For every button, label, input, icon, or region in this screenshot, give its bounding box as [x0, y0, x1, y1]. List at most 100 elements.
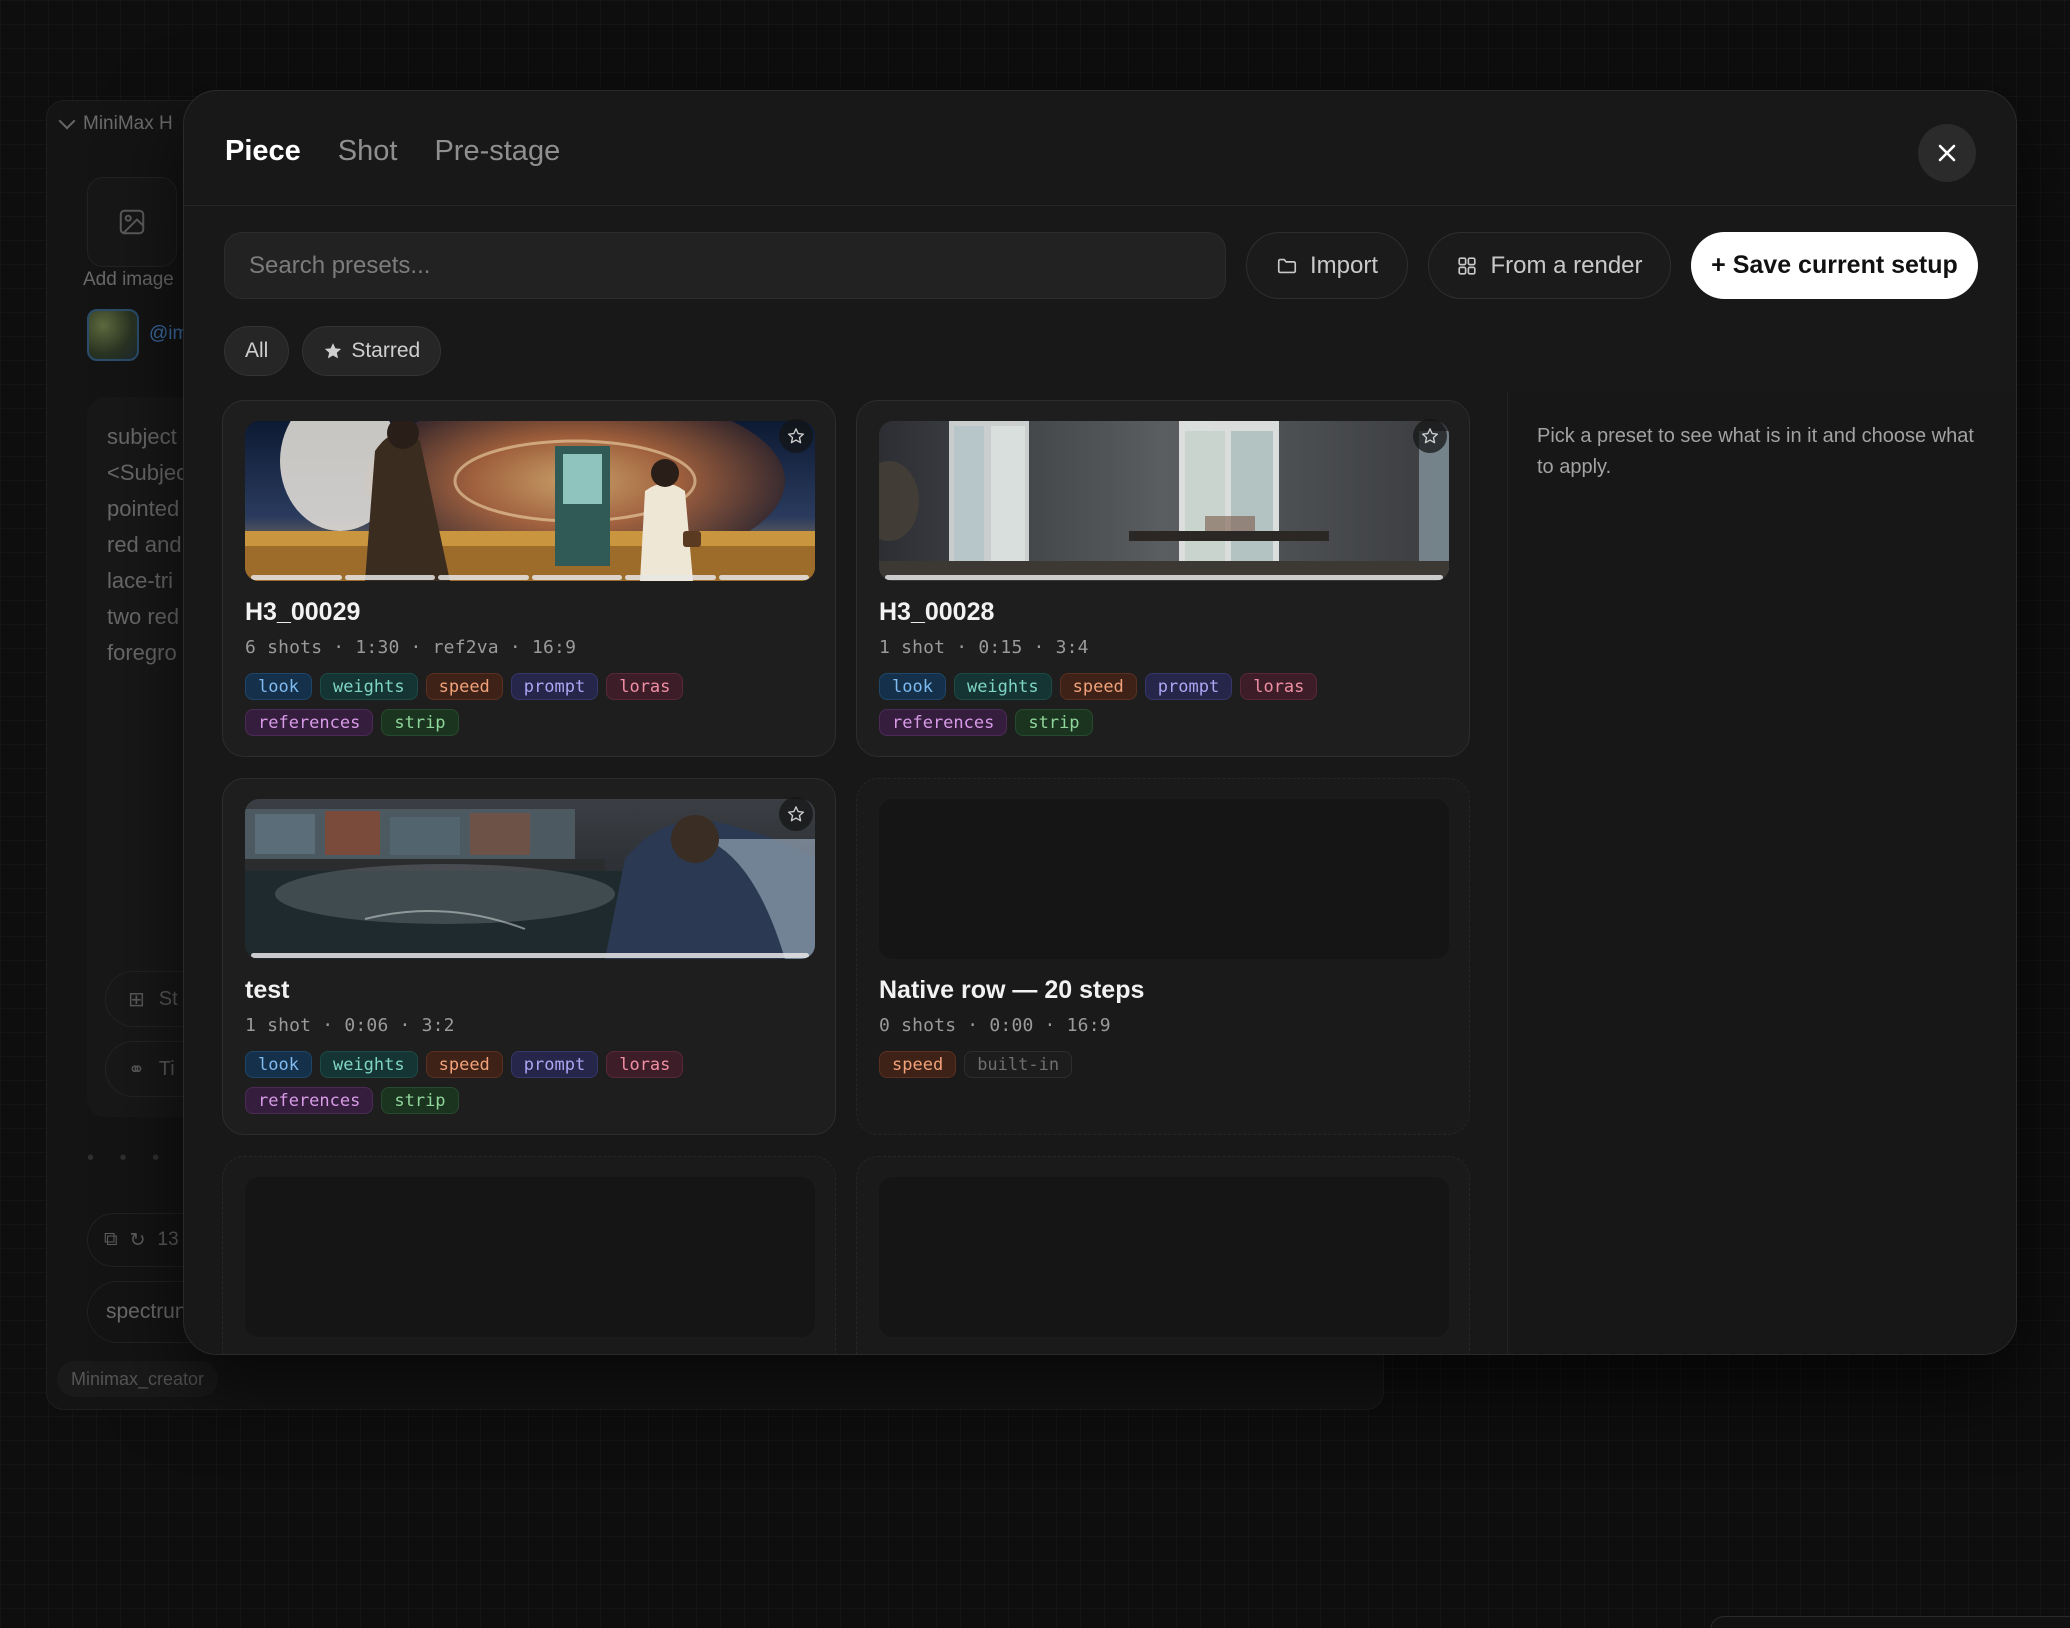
tab-shot[interactable]: Shot [338, 135, 398, 168]
tag-built-in: built-in [964, 1051, 1073, 1078]
shot-segment [625, 575, 716, 580]
preset-thumbnail-empty [879, 1177, 1449, 1337]
preset-card-h3-00028[interactable]: H3_00028 1 shot · 0:15 · 3:4 look weight… [856, 400, 1470, 757]
counter-value: 13 [157, 1229, 179, 1250]
preset-thumbnail [245, 421, 815, 581]
preset-title: Native row — 20 steps [879, 976, 1145, 1004]
detail-empty-message: Pick a preset to see what is in it and c… [1537, 425, 1974, 478]
search-input[interactable] [224, 232, 1226, 299]
star-icon [1421, 428, 1439, 444]
shot-segment [344, 575, 435, 580]
tag-prompt: prompt [510, 673, 599, 700]
presets-modal: Piece Shot Pre-stage Import From a rende… [183, 90, 2017, 1355]
tag-loras: loras [606, 673, 684, 700]
save-current-setup-button[interactable]: + Save current setup [1691, 232, 1978, 299]
preset-title: H3_00029 [245, 598, 361, 626]
spectrum-label: spectrun [106, 1300, 187, 1323]
tag-loras: loras [1240, 673, 1318, 700]
tag-references: references [245, 1087, 374, 1114]
preset-tags: look weights speed prompt loras referenc… [245, 1051, 805, 1114]
tag-references: references [879, 709, 1008, 736]
preset-card-h3-00029[interactable]: H3_00029 6 shots · 1:30 · ref2va · 16:9 … [222, 400, 836, 757]
tag-look: look [245, 1051, 312, 1078]
preset-card-test[interactable]: test 1 shot · 0:06 · 3:2 look weights sp… [222, 778, 836, 1135]
preset-tags: look weights speed prompt loras referenc… [879, 673, 1439, 736]
prompt-line: two red [107, 604, 180, 629]
filter-all[interactable]: All [224, 326, 290, 376]
shot-segment [251, 575, 342, 580]
close-button[interactable] [1918, 124, 1976, 182]
star-toggle-button[interactable] [779, 797, 813, 831]
star-toggle-button[interactable] [779, 419, 813, 453]
thumbnail-image [879, 421, 1449, 581]
tag-weights: weights [953, 673, 1052, 700]
link-icon: ⚭ [128, 1058, 145, 1081]
divider-dots: • • • [87, 1147, 170, 1169]
shot-segment [438, 575, 529, 580]
tag-strip: strip [381, 709, 459, 736]
filter-all-label: All [245, 339, 269, 362]
thumbnail-image [245, 799, 815, 959]
add-image-label: Add image [83, 269, 174, 290]
modal-header: Piece Shot Pre-stage [184, 91, 2016, 206]
tag-speed: speed [879, 1051, 957, 1078]
prompt-line: lace-tri [107, 568, 174, 593]
close-icon [1938, 144, 1956, 162]
preset-thumbnail [879, 421, 1449, 581]
shot-segment [251, 953, 809, 958]
tag-prompt: prompt [1144, 673, 1233, 700]
node-tag: Minimax_creator [57, 1361, 219, 1397]
prompt-line: foregro [107, 640, 177, 665]
chevron-down-icon [58, 112, 76, 130]
star-toggle-button[interactable] [1413, 419, 1447, 453]
preset-title: H3_00028 [879, 598, 995, 626]
preset-meta: 0 shots · 0:00 · 16:9 [879, 1015, 1111, 1036]
tag-strip: strip [1015, 709, 1093, 736]
corner-panel-fragment [1710, 1616, 2070, 1628]
tag-look: look [245, 673, 312, 700]
from-render-button[interactable]: From a render [1428, 232, 1671, 299]
shot-segment [531, 575, 622, 580]
tag-strip: strip [381, 1087, 459, 1114]
tab-pre-stage[interactable]: Pre-stage [434, 135, 560, 168]
preset-detail-pane: Pick a preset to see what is in it and c… [1507, 391, 2016, 1354]
star-icon [325, 343, 342, 359]
tag-weights: weights [319, 1051, 418, 1078]
preset-tags: speed built-in [879, 1051, 1439, 1078]
star-icon [787, 428, 805, 444]
avatar[interactable] [87, 309, 139, 361]
presets-grid: H3_00029 6 shots · 1:30 · ref2va · 16:9 … [184, 391, 1507, 1354]
thumbnail-image [245, 421, 815, 581]
preset-thumbnail-empty [245, 1177, 815, 1337]
image-icon [119, 209, 145, 235]
preset-tags: look weights speed prompt loras referenc… [245, 673, 805, 736]
node-header[interactable]: MiniMax H [58, 112, 173, 135]
tag-loras: loras [606, 1051, 684, 1078]
filter-chips: All Starred [224, 326, 442, 376]
preset-title: test [245, 976, 290, 1004]
tab-bar: Piece Shot Pre-stage [225, 135, 560, 168]
preset-meta: 6 shots · 1:30 · ref2va · 16:9 [245, 637, 577, 658]
preset-card-placeholder [222, 1156, 836, 1354]
filter-starred-label: Starred [351, 339, 421, 362]
import-button[interactable]: Import [1246, 232, 1408, 299]
grid-icon [1458, 256, 1477, 275]
resize-icon: ⧉ [104, 1229, 118, 1250]
preset-card-placeholder [856, 1156, 1470, 1354]
filter-starred[interactable]: Starred [302, 326, 442, 376]
add-image-button[interactable] [87, 177, 177, 267]
preset-thumbnail [245, 799, 815, 959]
tag-prompt: prompt [510, 1051, 599, 1078]
folder-icon [1277, 258, 1297, 273]
preset-card-native-row[interactable]: Native row — 20 steps 0 shots · 0:00 · 1… [856, 778, 1470, 1135]
preset-meta: 1 shot · 0:06 · 3:2 [245, 1015, 455, 1036]
shot-segment [885, 575, 1443, 580]
shot-segments-bar [251, 953, 809, 958]
prompt-line: <Subjec [107, 460, 188, 485]
tag-speed: speed [425, 1051, 503, 1078]
background-button-1-label: St [158, 987, 178, 1010]
tab-piece[interactable]: Piece [225, 135, 301, 168]
preset-meta: 1 shot · 0:15 · 3:4 [879, 637, 1089, 658]
toolbar: Import From a render + Save current setu… [224, 232, 1978, 300]
star-icon [787, 806, 805, 822]
